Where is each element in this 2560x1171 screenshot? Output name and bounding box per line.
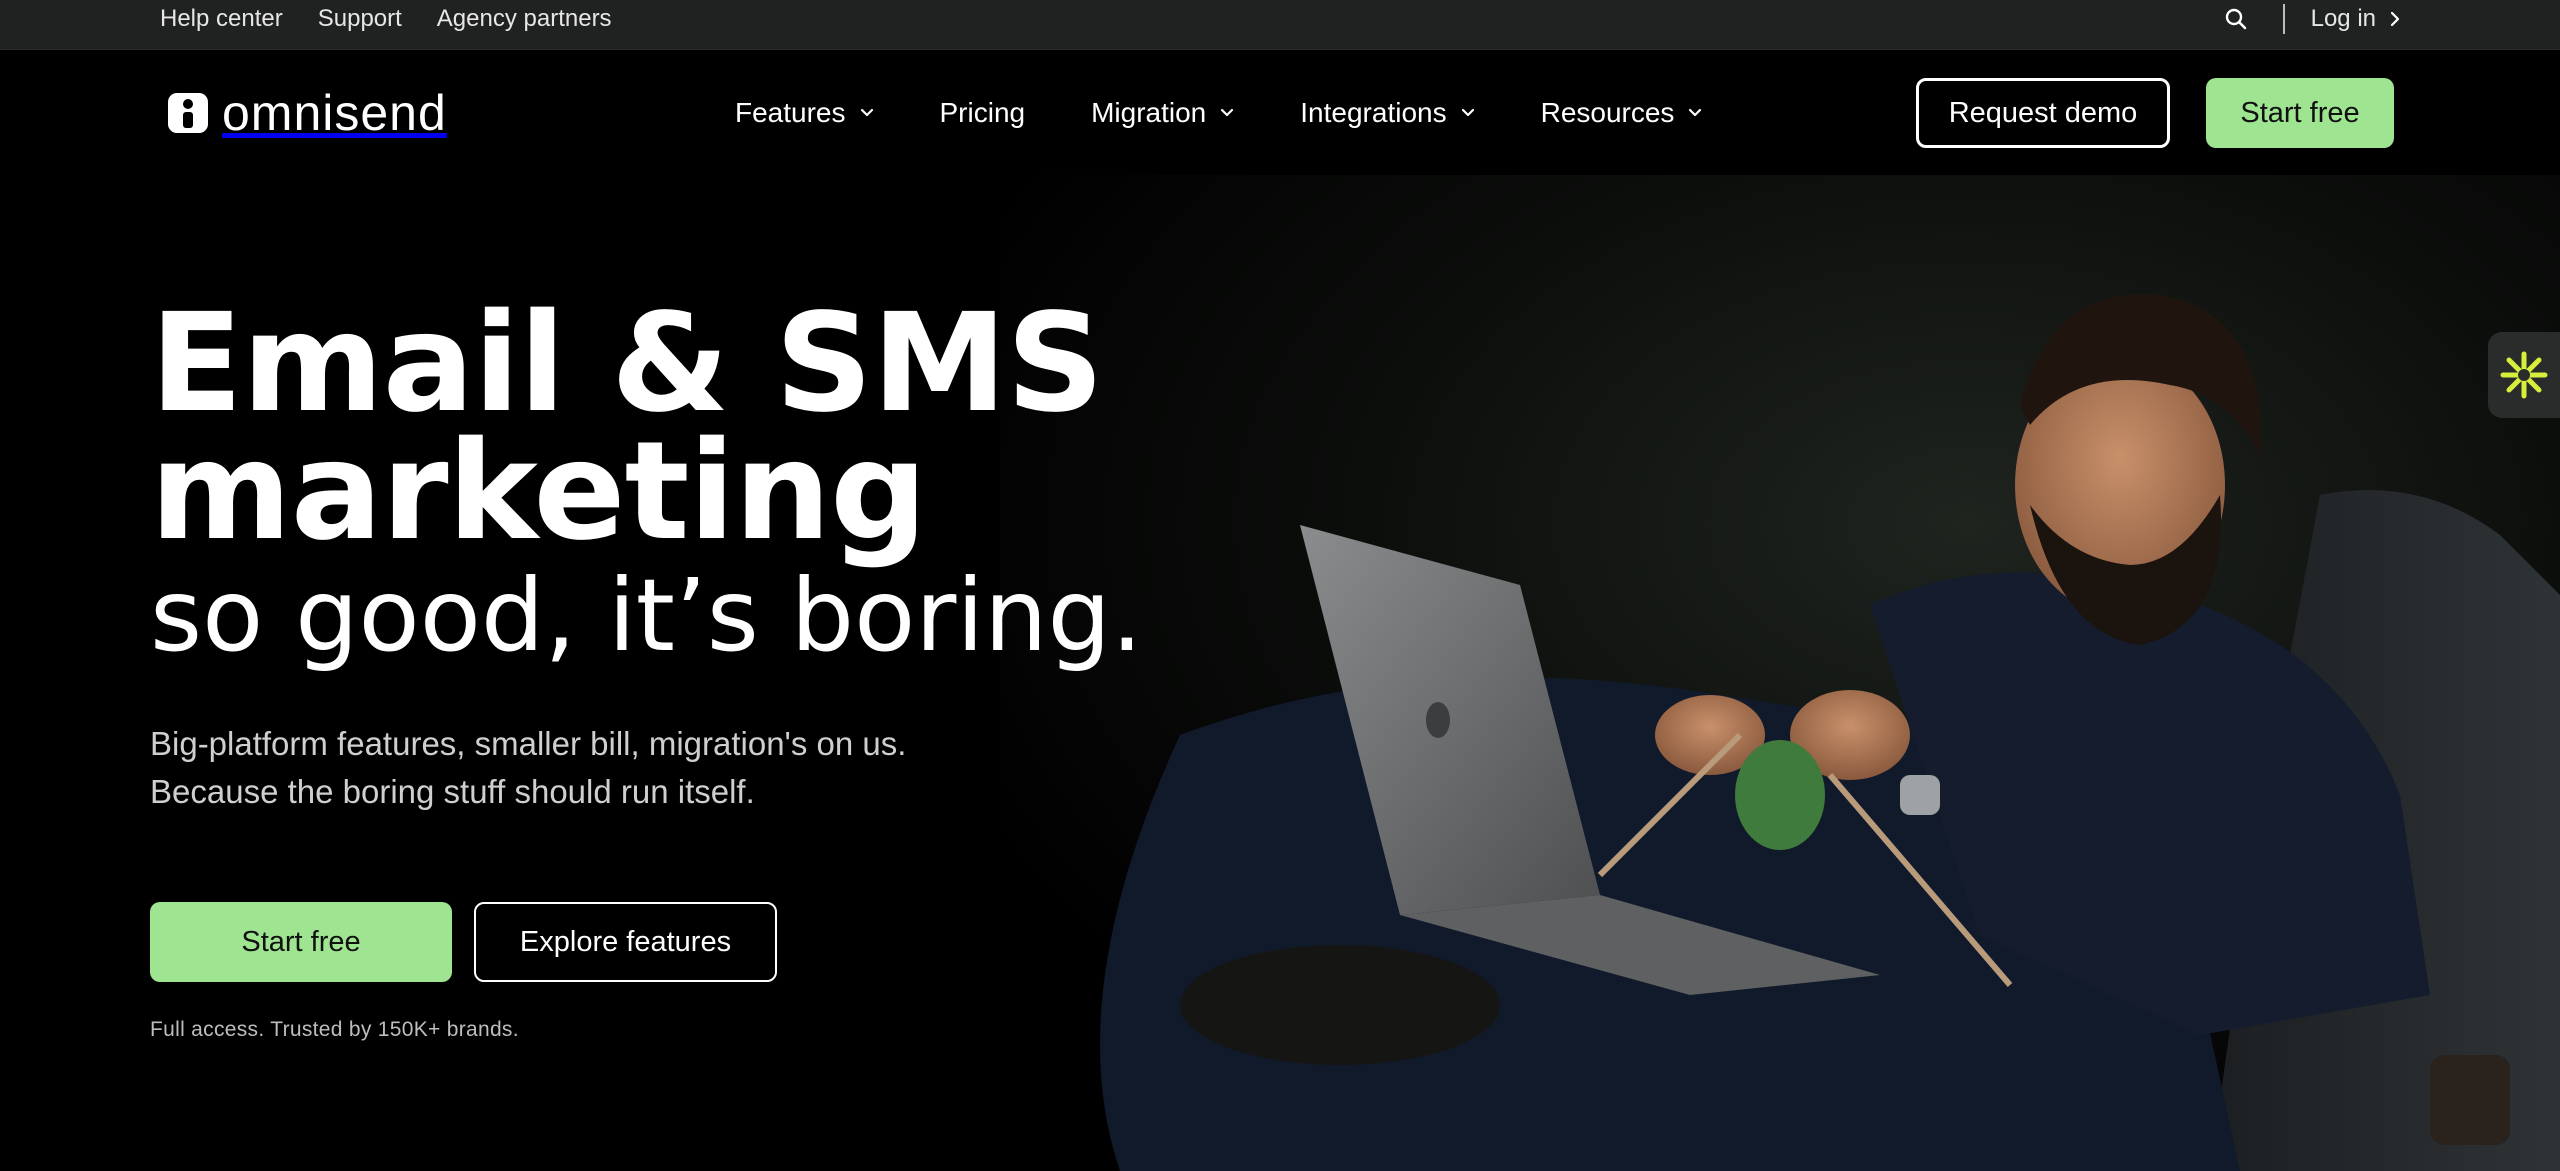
side-widget-button[interactable] xyxy=(2488,332,2560,418)
start-free-hero-button[interactable]: Start free xyxy=(150,902,452,982)
support-link[interactable]: Support xyxy=(318,5,402,33)
request-demo-button[interactable]: Request demo xyxy=(1916,78,2170,148)
asterisk-icon xyxy=(2500,351,2548,399)
chevron-down-icon xyxy=(1461,108,1474,116)
nav-item-migration[interactable]: Migration xyxy=(1091,97,1234,129)
nav-item-label: Pricing xyxy=(939,96,1026,128)
headline-line-1: Email & SMS xyxy=(150,285,1104,443)
omnisend-logo[interactable]: omnisend xyxy=(168,88,447,138)
utility-divider xyxy=(2282,4,2285,34)
omnisend-logo-mark-icon xyxy=(168,93,208,133)
hero-headline: Email & SMS marketing xyxy=(150,285,1150,571)
headline-line-2: marketing xyxy=(150,413,927,571)
nav-item-label: Migration xyxy=(1091,96,1207,128)
nav-item-pricing[interactable]: Pricing xyxy=(940,97,1026,129)
nav-item-label: Integrations xyxy=(1300,96,1447,128)
nav-item-integrations[interactable]: Integrations xyxy=(1300,97,1474,129)
nav-item-label: Features xyxy=(735,96,846,128)
search-icon[interactable] xyxy=(2223,6,2249,32)
logo-text: omnisend xyxy=(222,85,447,141)
description-line-1: Big-platform features, smaller bill, mig… xyxy=(150,725,907,762)
hero-trust-note: Full access. Trusted by 150K+ brands. xyxy=(150,1018,519,1041)
chevron-down-icon xyxy=(1689,108,1702,116)
chevron-down-icon xyxy=(860,108,873,116)
description-line-2: Because the boring stuff should run itse… xyxy=(150,773,755,810)
login-link[interactable]: Log in xyxy=(2311,5,2400,33)
hero-description: Big-platform features, smaller bill, mig… xyxy=(150,720,1150,816)
nav-actions: Request demo Start free xyxy=(1916,78,2394,148)
hero-buttons: Start free Explore features xyxy=(150,902,1150,982)
hero-image xyxy=(1000,175,2560,1171)
explore-features-button[interactable]: Explore features xyxy=(474,902,777,982)
start-free-nav-button[interactable]: Start free xyxy=(2206,78,2394,148)
utility-links: Help center Support Agency partners xyxy=(160,0,612,38)
main-nav: omnisend Features Pricing Migration Inte… xyxy=(0,50,2560,175)
nav-item-resources[interactable]: Resources xyxy=(1541,97,1703,129)
nav-item-label: Resources xyxy=(1540,96,1675,128)
help-center-link[interactable]: Help center xyxy=(160,5,283,33)
nav-item-features[interactable]: Features xyxy=(735,97,874,129)
login-label: Log in xyxy=(2310,5,2376,32)
agency-partners-link[interactable]: Agency partners xyxy=(437,5,612,33)
utility-bar: Help center Support Agency partners Log … xyxy=(0,0,2560,50)
hero-subhead: so good, it’s boring. xyxy=(150,557,1143,674)
chevron-down-icon xyxy=(1221,108,1234,116)
nav-links: Features Pricing Migration Integrations … xyxy=(735,50,1702,175)
utility-actions: Log in xyxy=(2223,0,2400,38)
chevron-right-icon xyxy=(2390,11,2400,27)
hero-section: Email & SMS marketing so good, it’s bori… xyxy=(150,285,1150,1042)
